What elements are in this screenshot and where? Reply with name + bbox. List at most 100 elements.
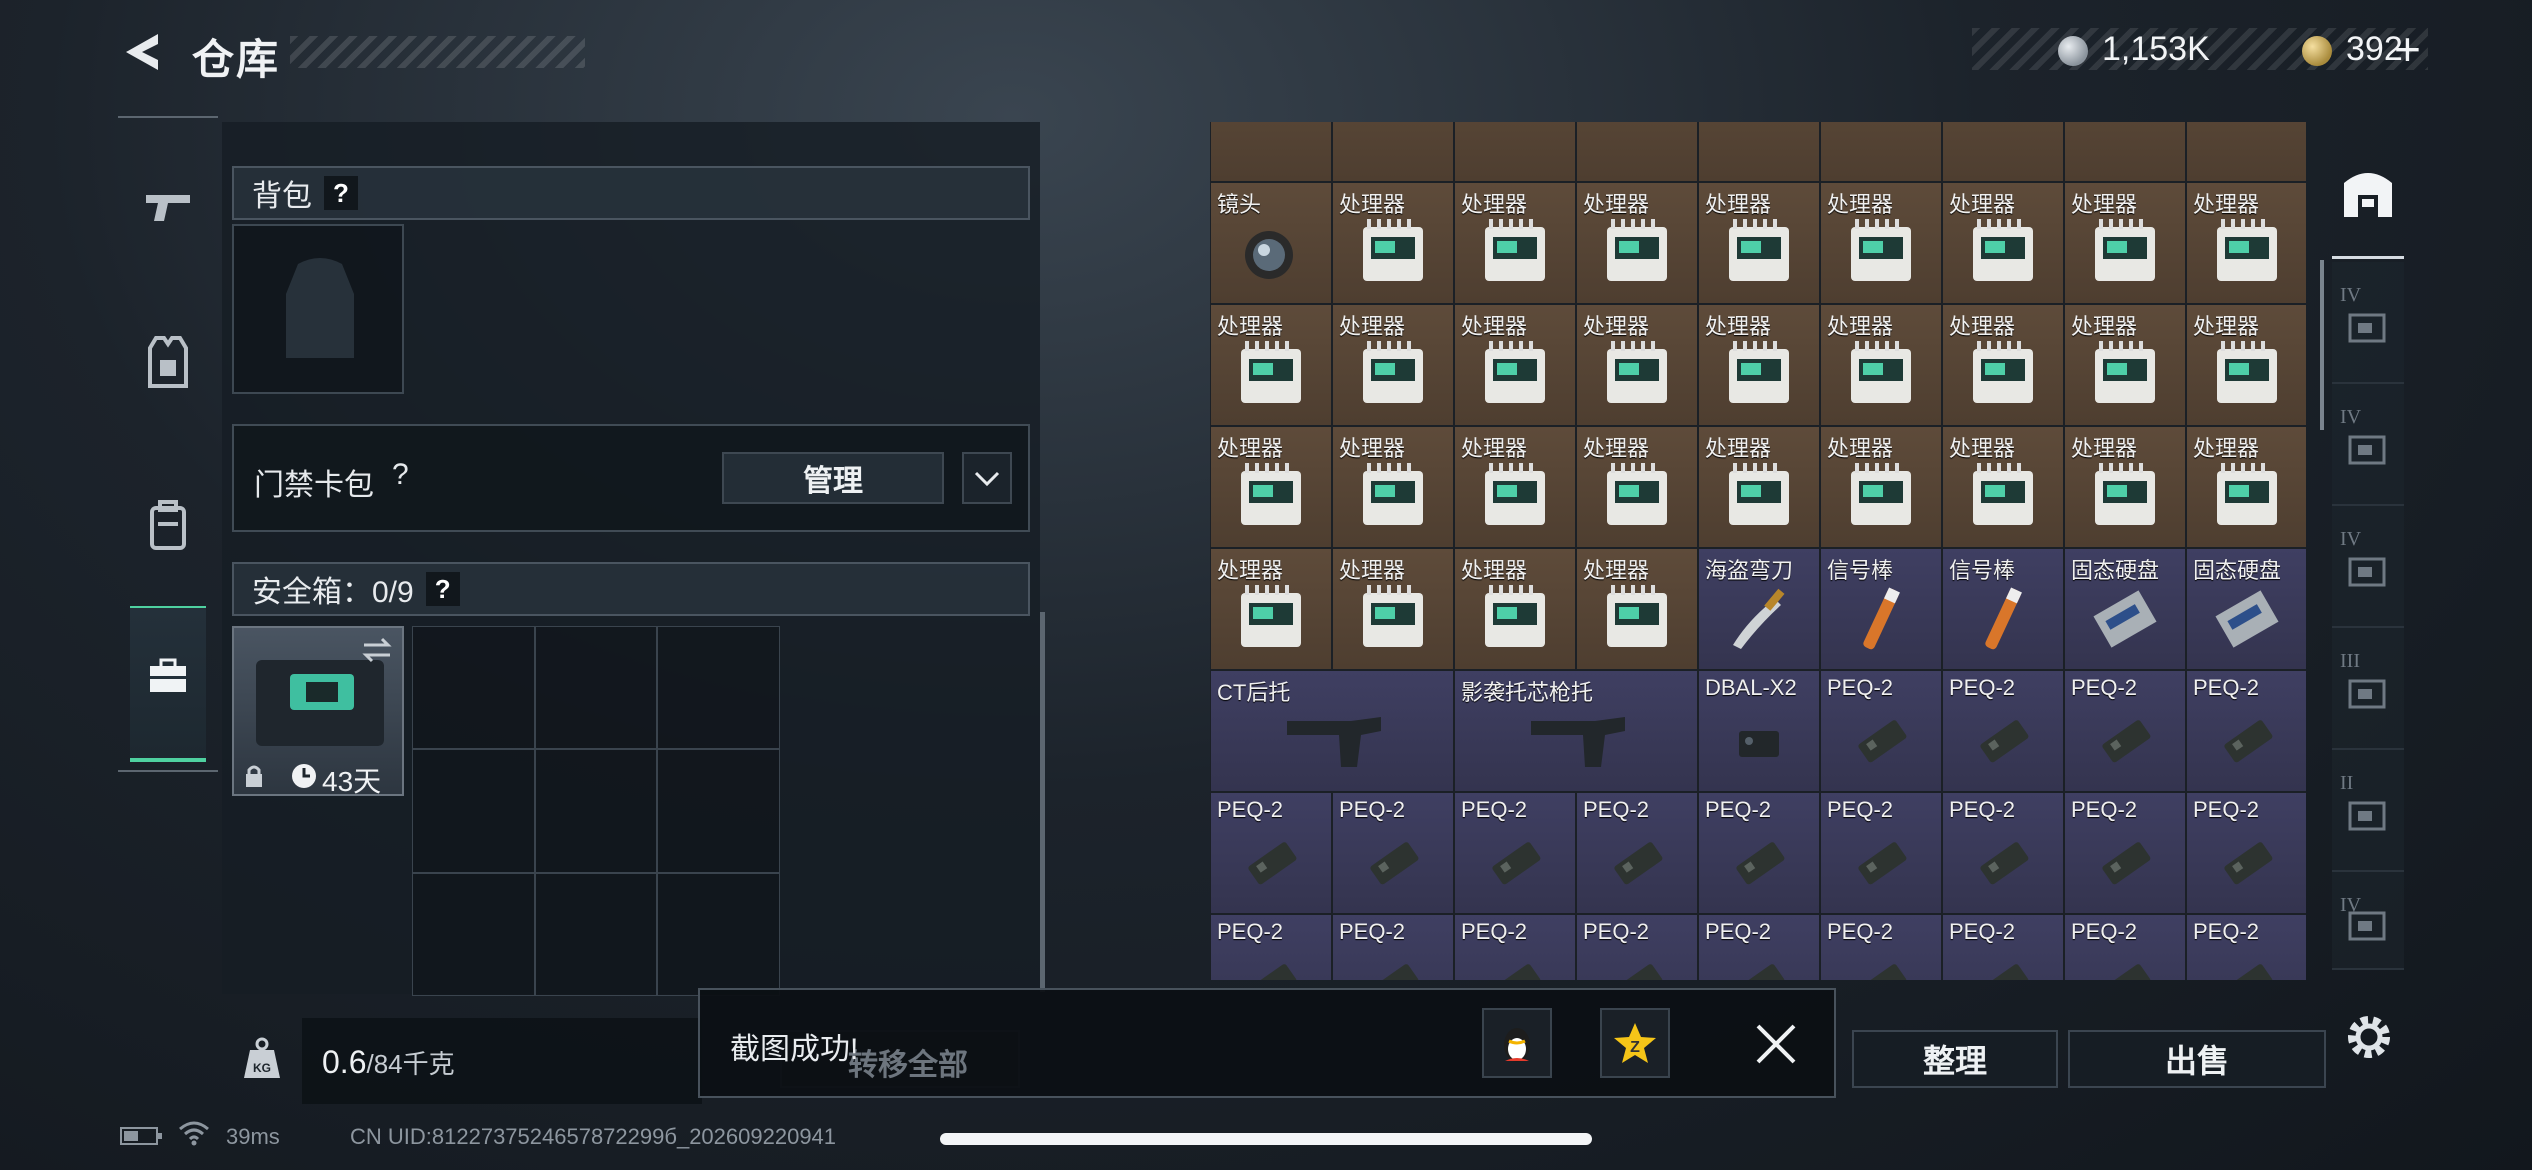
stash-cell[interactable] — [1210, 122, 1332, 182]
safebox-slot[interactable] — [657, 749, 780, 873]
stash-cell[interactable]: 处理器 — [1576, 304, 1698, 426]
safebox-slot[interactable] — [534, 749, 658, 873]
stash-cell[interactable]: PEQ-2 — [1332, 914, 1454, 980]
swap-icon[interactable] — [360, 636, 394, 664]
stash-cell[interactable]: 处理器 — [2064, 182, 2186, 304]
manage-button[interactable]: 管理 — [722, 452, 944, 504]
safebox-item[interactable]: 43天 — [232, 626, 404, 797]
nav-safebox-active[interactable] — [130, 606, 206, 762]
safebox-slot[interactable] — [412, 626, 535, 750]
keycard-dropdown-button[interactable] — [962, 452, 1012, 504]
stash-cell[interactable]: 处理器 — [1210, 304, 1332, 426]
safebox-slot[interactable] — [412, 872, 535, 996]
settings-gear-icon[interactable] — [2342, 1010, 2396, 1064]
stash-cell[interactable]: PEQ-2 — [2186, 914, 2306, 980]
stash-cell[interactable]: PEQ-2 — [1820, 670, 1942, 792]
safebox-help-button[interactable]: ? — [425, 572, 460, 606]
stash-cell[interactable]: PEQ-2 — [1942, 792, 2064, 914]
safebox-slot[interactable] — [657, 626, 780, 750]
stash-cell[interactable]: 信号棒 — [1942, 548, 2064, 670]
stash-cell[interactable]: 处理器 — [1942, 304, 2064, 426]
stash-cell[interactable]: 处理器 — [1576, 548, 1698, 670]
stash-cell[interactable]: PEQ-2 — [1698, 914, 1820, 980]
stash-cell[interactable]: 处理器 — [1454, 182, 1576, 304]
stash-cell[interactable]: CT后托 — [1210, 670, 1454, 792]
stash-cell[interactable]: PEQ-2 — [2064, 670, 2186, 792]
stash-cell[interactable]: 影袭托芯枪托 — [1454, 670, 1698, 792]
stash-cell[interactable]: PEQ-2 — [1576, 914, 1698, 980]
stash-cell[interactable]: PEQ-2 — [1454, 792, 1576, 914]
stash-cell[interactable]: 处理器 — [1942, 182, 2064, 304]
stash-cell[interactable] — [1820, 122, 1942, 182]
stash-cell[interactable]: PEQ-2 — [1942, 670, 2064, 792]
stash-cell[interactable]: 处理器 — [2186, 182, 2306, 304]
stash-tab-tier[interactable]: IV — [2332, 262, 2404, 384]
stash-cell[interactable]: 处理器 — [1820, 426, 1942, 548]
stash-cell[interactable]: 固态硬盘 — [2064, 548, 2186, 670]
stash-cell[interactable]: 固态硬盘 — [2186, 548, 2306, 670]
keycard-help-button[interactable]: ? — [392, 458, 409, 492]
stash-cell[interactable] — [1942, 122, 2064, 182]
stash-cell[interactable] — [2064, 122, 2186, 182]
stash-tab-tier[interactable]: III — [2332, 628, 2404, 750]
stash-cell[interactable]: PEQ-2 — [2064, 792, 2186, 914]
sort-button[interactable]: 整理 — [1852, 1030, 2058, 1088]
left-scrollbar[interactable] — [1040, 612, 1045, 992]
stash-cell[interactable]: 处理器 — [1576, 182, 1698, 304]
stash-scrollbar[interactable] — [2320, 260, 2324, 430]
stash-cell[interactable]: PEQ-2 — [2186, 792, 2306, 914]
add-currency-button[interactable]: + — [2394, 22, 2421, 76]
stash-cell[interactable]: 处理器 — [1698, 182, 1820, 304]
stash-cell[interactable]: 处理器 — [1698, 426, 1820, 548]
safebox-slot[interactable] — [657, 872, 780, 996]
stash-cell[interactable]: PEQ-2 — [1210, 914, 1332, 980]
stash-cell[interactable]: PEQ-2 — [1820, 792, 1942, 914]
stash-tab-tier[interactable]: IV — [2332, 384, 2404, 506]
stash-cell[interactable] — [1332, 122, 1454, 182]
stash-cell[interactable]: 处理器 — [1332, 182, 1454, 304]
stash-cell[interactable]: PEQ-2 — [2064, 914, 2186, 980]
stash-cell[interactable]: PEQ-2 — [1576, 792, 1698, 914]
stash-cell[interactable]: PEQ-2 — [1698, 792, 1820, 914]
stash-cell[interactable]: 处理器 — [1820, 304, 1942, 426]
stash-cell[interactable] — [2186, 122, 2306, 182]
stash-tab-tier[interactable]: IV — [2332, 872, 2404, 970]
safebox-slot[interactable] — [534, 872, 658, 996]
stash-cell[interactable]: PEQ-2 — [1332, 792, 1454, 914]
stash-cell[interactable]: DBAL-X2 — [1698, 670, 1820, 792]
backpack-slot[interactable] — [232, 224, 404, 394]
stash-cell[interactable]: 处理器 — [1454, 548, 1576, 670]
stash-cell[interactable] — [1698, 122, 1820, 182]
back-arrow-icon[interactable] — [118, 28, 166, 76]
safebox-slot[interactable] — [534, 626, 658, 750]
nav-armor[interactable] — [118, 288, 218, 438]
stash-tab-tier[interactable]: II — [2332, 750, 2404, 872]
home-indicator[interactable] — [940, 1133, 1592, 1145]
stash-cell[interactable]: 处理器 — [2064, 426, 2186, 548]
stash-cell[interactable]: 处理器 — [1454, 304, 1576, 426]
stash-cell[interactable]: PEQ-2 — [1210, 792, 1332, 914]
stash-tab-tier[interactable]: IV — [2332, 506, 2404, 628]
stash-cell[interactable]: 处理器 — [1210, 548, 1332, 670]
stash-tab-all[interactable] — [2332, 130, 2404, 256]
stash-cell[interactable]: 处理器 — [1820, 182, 1942, 304]
stash-cell[interactable]: 海盗弯刀 — [1698, 548, 1820, 670]
nav-weapon[interactable] — [118, 132, 218, 282]
stash-cell[interactable]: PEQ-2 — [1454, 914, 1576, 980]
stash-cell[interactable] — [1576, 122, 1698, 182]
stash-cell[interactable]: PEQ-2 — [1820, 914, 1942, 980]
close-icon[interactable] — [1752, 1020, 1800, 1068]
backpack-help-button[interactable]: ? — [324, 176, 358, 210]
share-qq-button[interactable] — [1482, 1008, 1552, 1078]
stash-cell[interactable]: PEQ-2 — [2186, 670, 2306, 792]
stash-cell[interactable]: 处理器 — [1454, 426, 1576, 548]
stash-cell[interactable]: PEQ-2 — [1942, 914, 2064, 980]
stash-cell[interactable]: 处理器 — [1332, 426, 1454, 548]
nav-backpack[interactable] — [118, 450, 218, 600]
stash-cell[interactable] — [1454, 122, 1576, 182]
stash-cell[interactable]: 处理器 — [1210, 426, 1332, 548]
share-qzone-button[interactable]: Z — [1600, 1008, 1670, 1078]
stash-cell[interactable]: 处理器 — [2064, 304, 2186, 426]
sell-button[interactable]: 出售 — [2068, 1030, 2326, 1088]
stash-cell[interactable]: 处理器 — [1942, 426, 2064, 548]
